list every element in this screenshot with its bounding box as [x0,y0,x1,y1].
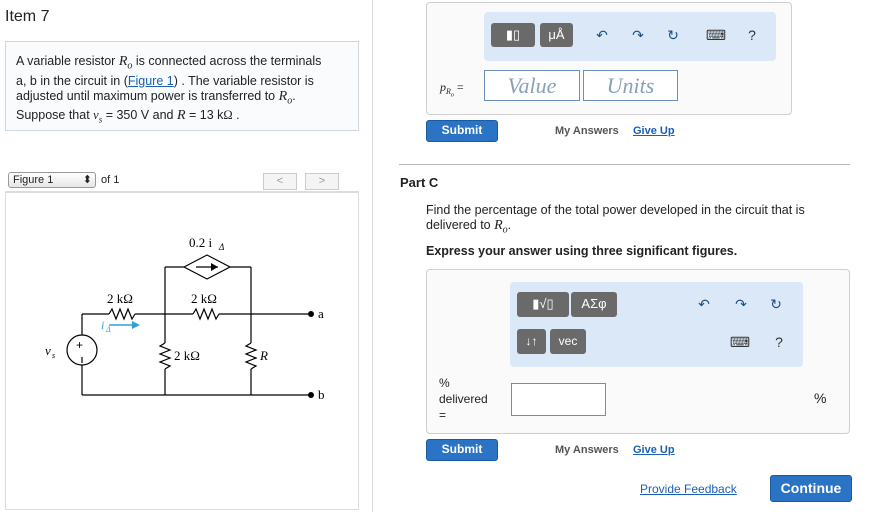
dropdown-arrows-icon: ⬍ [82,174,92,186]
partb-submit-button[interactable]: Submit [426,120,498,142]
partb-answer-box: ▮▯ μÅ ↶ ↷ ↻ ⌨ ? pRo = Value Units [426,2,792,115]
dep-source-sub: Δ [218,242,224,252]
prev-figure-button[interactable]: < [263,173,297,190]
resistor-mid-label: 2 kΩ [174,348,200,363]
panel-divider [372,0,373,512]
partb-answer-label: pRo = [440,80,464,99]
source-voltage-label: v [45,343,51,358]
node-a-label: a [318,306,324,321]
partc-give-up[interactable]: Give Up [633,444,675,456]
partc-title: Part C [400,175,439,190]
keyboard-icon[interactable]: ⌨ [728,334,752,351]
templates-button[interactable]: ▮▯ [491,23,535,47]
keyboard-icon[interactable]: ⌨ [704,27,728,44]
partb-my-answers[interactable]: My Answers [555,125,619,137]
figure-select[interactable]: Figure 1 ⬍ [8,172,96,188]
partc-answer-label: % delivered = [439,376,488,422]
partb-give-up[interactable]: Give Up [633,125,675,137]
dep-source-label: 0.2 i [189,235,213,250]
units-input[interactable]: Units [583,70,678,101]
help-icon[interactable]: ? [743,27,761,43]
resistor-left-label: 2 kΩ [107,291,133,306]
node-b-terminal [308,392,314,398]
help-icon[interactable]: ? [770,334,788,350]
percent-answer-input[interactable] [511,383,606,416]
vec-button[interactable]: vec [550,329,586,354]
node-b-label: b [318,387,325,402]
plus-sign: + [76,338,83,352]
section-divider [399,164,850,165]
node-a-terminal [308,311,314,317]
redo-icon[interactable]: ↷ [732,296,750,313]
variable-resistor-label: R [259,348,268,363]
item-title: Item 7 [5,8,50,25]
provide-feedback-link[interactable]: Provide Feedback [640,482,737,496]
current-label: i [101,318,104,332]
undo-icon[interactable]: ↶ [695,296,713,313]
partc-toolbar: ▮√▯ ΑΣφ ↓↑ vec ↶ ↷ ↻ ⌨ ? [510,282,803,367]
sqrt-template-button[interactable]: ▮√▯ [517,292,569,317]
subscript-superscript-button[interactable]: ↓↑ [517,329,546,354]
reset-icon[interactable]: ↻ [664,27,682,44]
continue-button[interactable]: Continue [770,475,852,502]
source-voltage-sub: s [52,351,55,360]
greek-button[interactable]: ΑΣφ [571,292,617,317]
figure-link[interactable]: Figure 1 [128,74,174,88]
partc-question: Find the percentage of the total power d… [426,203,805,236]
partb-toolbar: ▮▯ μÅ ↶ ↷ ↻ ⌨ ? [484,12,776,61]
figure-area: + 0.2 i Δ 2 kΩ 2 kΩ 2 kΩ R i Δ v s a b [5,192,359,510]
value-input[interactable]: Value [484,70,580,101]
partc-my-answers[interactable]: My Answers [555,444,619,456]
circuit-diagram: + 0.2 i Δ 2 kΩ 2 kΩ 2 kΩ R i Δ v s a b [45,235,325,402]
current-sub: Δ [105,325,111,334]
problem-statement: A variable resistor Ro is connected acro… [5,41,359,131]
figure-nav-bar: Figure 1 ⬍ of 1 < > [5,171,359,192]
partc-answer-box: ▮√▯ ΑΣφ ↓↑ vec ↶ ↷ ↻ ⌨ ? % delivered = % [426,269,850,434]
partc-submit-button[interactable]: Submit [426,439,498,461]
undo-icon[interactable]: ↶ [593,27,611,44]
figure-count: of 1 [101,174,120,186]
percent-unit: % [814,390,827,406]
reset-icon[interactable]: ↻ [767,296,785,313]
redo-icon[interactable]: ↷ [629,27,647,44]
next-figure-button[interactable]: > [305,173,339,190]
resistor-top-label: 2 kΩ [191,291,217,306]
partc-instruction: Express your answer using three signific… [426,244,738,258]
units-button[interactable]: μÅ [540,23,573,47]
